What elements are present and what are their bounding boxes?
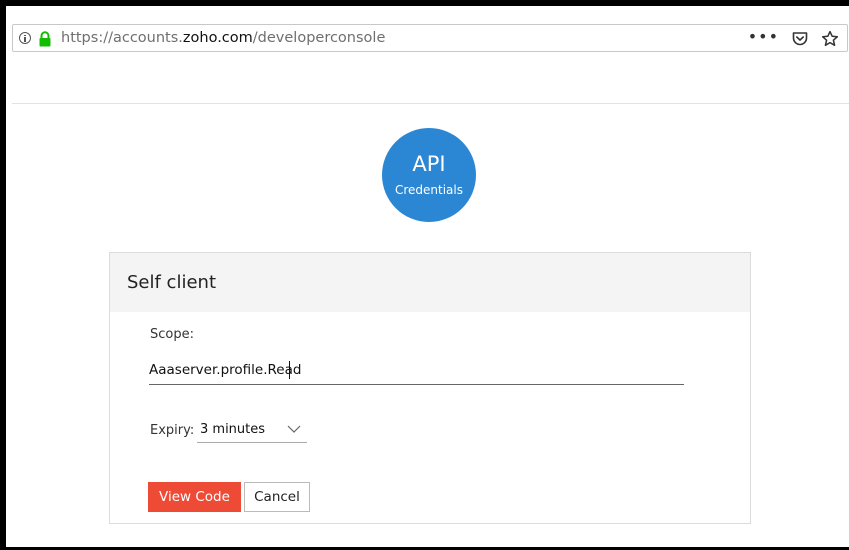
- more-icon[interactable]: •••: [748, 29, 779, 45]
- api-credentials-badge: API Credentials: [382, 128, 476, 222]
- info-icon[interactable]: [19, 32, 31, 44]
- url-host: zoho.com: [182, 30, 253, 46]
- expiry-select[interactable]: 3 minutes: [197, 417, 307, 443]
- self-client-card: Self client Scope: Expiry: 3 minutes Vie…: [109, 252, 751, 524]
- view-code-button[interactable]: View Code: [148, 482, 241, 512]
- address-bar[interactable]: https://accounts.zoho.com/developerconso…: [12, 24, 848, 52]
- badge-subtitle: Credentials: [394, 183, 463, 197]
- text-caret: [289, 361, 290, 379]
- badge-title: API: [412, 152, 446, 176]
- scope-input[interactable]: [149, 355, 684, 385]
- lock-icon[interactable]: [38, 31, 52, 47]
- page-actions: •••: [748, 28, 839, 50]
- browser-window: https://accounts.zoho.com/developerconso…: [0, 0, 849, 550]
- url-path: /developerconsole: [252, 30, 386, 46]
- chevron-down-icon: [287, 425, 301, 433]
- url-text[interactable]: https://accounts.zoho.com/developerconso…: [61, 30, 385, 46]
- expiry-value: 3 minutes: [200, 422, 266, 437]
- url-prefix: https://accounts.: [61, 30, 183, 46]
- card-header: Self client: [110, 253, 750, 312]
- cancel-button[interactable]: Cancel: [244, 482, 310, 512]
- toolbar-divider: [12, 103, 849, 104]
- pocket-icon[interactable]: [791, 30, 809, 48]
- star-icon[interactable]: [821, 30, 839, 48]
- expiry-label: Expiry:: [150, 423, 195, 438]
- card-title: Self client: [127, 272, 216, 293]
- scope-label: Scope:: [150, 327, 194, 342]
